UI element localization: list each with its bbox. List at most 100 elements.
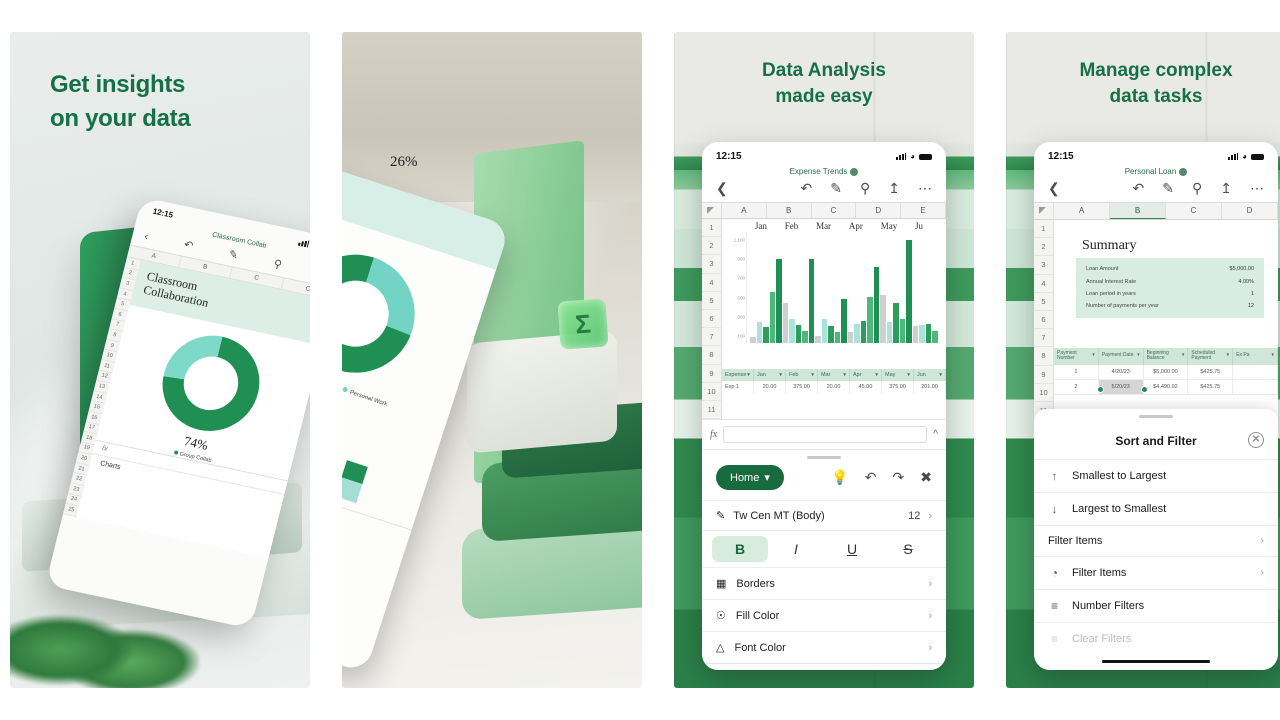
table-cell[interactable]: 5/20/23	[1098, 380, 1144, 395]
column-header-b[interactable]: B	[1110, 203, 1166, 219]
back-icon[interactable]: ❮	[1048, 181, 1060, 195]
table-row[interactable]: Exp 1 20.00 375.00 20.00 45.00 375.00 201.00	[722, 381, 946, 393]
sort-filter-item[interactable]: ≡ Number Filters	[1034, 588, 1278, 622]
search-icon[interactable]: ⚲	[860, 181, 870, 195]
home-tab-button[interactable]: Home ▾	[716, 465, 784, 491]
filter-header-cell[interactable]: Feb ▾	[786, 369, 818, 381]
chevron-down-icon[interactable]: ▾	[1182, 353, 1185, 359]
gallery-panel-4[interactable]: Manage complex data tasks 12:15 ◕ Person…	[1006, 32, 1280, 688]
table-cell[interactable]: $425.75	[1188, 365, 1234, 380]
panel-4-phone[interactable]: 12:15 ◕ Personal Loan ❮ ↶ ✎ ⚲ ↥ ⋯ A B C …	[1034, 142, 1278, 670]
row-header[interactable]: 10	[702, 382, 722, 401]
select-all-corner[interactable]	[702, 203, 722, 218]
column-header-c[interactable]: C	[1166, 203, 1222, 219]
table-header-cell[interactable]: Scheduled Payment ▾	[1188, 347, 1234, 365]
row-header[interactable]: 4	[1034, 274, 1054, 293]
selection-handle[interactable]	[1096, 386, 1104, 393]
table-cell[interactable]: 1	[1054, 365, 1099, 380]
column-header-a[interactable]: A	[722, 203, 767, 218]
sort-filter-item[interactable]: ↑ Smallest to Largest	[1034, 458, 1278, 492]
column-header-b[interactable]: B	[767, 203, 812, 218]
filter-header-cell[interactable]: May ▾	[882, 369, 914, 381]
filter-header-cell[interactable]: Apr ▾	[850, 369, 882, 381]
strikethrough-button[interactable]: S	[880, 536, 936, 562]
chevron-down-icon[interactable]: ▾	[939, 372, 942, 378]
search-icon[interactable]: ⚲	[1192, 181, 1202, 195]
column-header-c[interactable]: C	[812, 203, 857, 218]
filter-header-cell[interactable]: Jun ▾	[914, 369, 946, 381]
row-header[interactable]: 7	[702, 328, 722, 347]
gallery-panel-2[interactable]: Σ Collaboration Work Personal Work Chart…	[342, 32, 642, 688]
filter-header-cell[interactable]: Expense ▾	[722, 369, 754, 381]
row-header[interactable]: 7	[1034, 329, 1054, 348]
column-header-a[interactable]: A	[1054, 203, 1110, 219]
chevron-down-icon[interactable]: ▾	[1271, 353, 1274, 359]
row-header[interactable]: 3	[702, 255, 722, 274]
row-header[interactable]: 11	[702, 400, 722, 420]
drag-handle[interactable]	[807, 456, 841, 460]
undo-icon[interactable]: ↶	[1133, 181, 1145, 195]
undo-icon[interactable]: ↶	[183, 238, 195, 253]
more-icon[interactable]: ⋯	[1250, 181, 1264, 195]
table-header-cell[interactable]: Ex Pa ▾	[1233, 347, 1278, 365]
table-header-cell[interactable]: Payment Date ▾	[1099, 347, 1144, 365]
chevron-up-icon[interactable]: ^	[933, 429, 938, 440]
table-cell[interactable]	[1233, 365, 1278, 380]
share-icon[interactable]: ↥	[1220, 181, 1232, 195]
row-header[interactable]: 8	[1034, 347, 1054, 366]
back-icon[interactable]: ❮	[716, 181, 728, 195]
table-cell[interactable]: 4/20/23	[1098, 365, 1144, 380]
table-cell[interactable]: 375.00	[786, 381, 818, 393]
table-cell[interactable]: $425.75	[1188, 380, 1234, 395]
chevron-down-icon[interactable]: ▾	[1092, 353, 1095, 359]
document-title-row[interactable]: Expense Trends	[702, 165, 946, 180]
sort-filter-item[interactable]: ◔ Filter Items ›	[1034, 555, 1278, 589]
table-cell[interactable]: 201.00	[914, 381, 946, 393]
chevron-down-icon[interactable]: ▾	[875, 372, 878, 378]
chevron-down-icon[interactable]: ▾	[843, 372, 846, 378]
menu-item-borders[interactable]: ▦ Borders ›	[702, 567, 946, 599]
filter-header-cell[interactable]: Jan ▾	[754, 369, 786, 381]
close-icon[interactable]: ✖	[920, 469, 932, 486]
chevron-right-icon[interactable]: ›	[928, 510, 932, 522]
document-title[interactable]: Personal Loan	[1125, 167, 1177, 176]
filter-header-cell[interactable]: Mar ▾	[818, 369, 850, 381]
undo-icon[interactable]: ↶	[801, 181, 813, 195]
draw-icon[interactable]: ✎	[227, 248, 239, 262]
table-cell[interactable]: 45.00	[850, 381, 882, 393]
chevron-right-icon[interactable]: ›	[1260, 567, 1264, 579]
table-cell[interactable]: $5,000.00	[1143, 365, 1189, 380]
chevron-down-icon[interactable]: ▾	[811, 372, 814, 378]
menu-item-fill-color[interactable]: ☉ Fill Color ›	[702, 599, 946, 631]
row-header[interactable]: 2	[1034, 238, 1054, 257]
underline-button[interactable]: U	[824, 536, 880, 562]
row-header[interactable]: 9	[702, 364, 722, 383]
font-size-label[interactable]: 12	[908, 510, 920, 522]
formula-input[interactable]	[723, 426, 928, 444]
sheet-canvas[interactable]: Jan Feb Mar Apr May Ju 1,100 900 700 500 300 100 E…	[722, 219, 946, 420]
select-all-corner[interactable]	[1034, 203, 1054, 219]
lightbulb-icon[interactable]: 💡	[831, 469, 848, 486]
row-header[interactable]: 1	[1034, 220, 1054, 239]
row-header[interactable]: 5	[702, 291, 722, 310]
row-header[interactable]: 3	[1034, 256, 1054, 275]
table-cell[interactable]: 20.00	[754, 381, 786, 393]
row-header[interactable]: 6	[702, 309, 722, 329]
table-header-cell[interactable]: Payment Number ▾	[1054, 347, 1099, 365]
column-header-e[interactable]: E	[901, 203, 946, 218]
undo-icon[interactable]: ↶	[865, 469, 877, 486]
table-cell[interactable]: 375.00	[882, 381, 914, 393]
search-icon[interactable]: ⚲	[272, 257, 283, 271]
table-cell[interactable]: $4,490.92	[1143, 380, 1189, 395]
close-icon[interactable]: ✕	[1248, 431, 1264, 448]
sort-filter-item[interactable]: Filter Items ›	[1034, 524, 1278, 556]
row-header[interactable]: 10	[1034, 383, 1054, 402]
table-cell[interactable]	[1233, 380, 1278, 395]
bold-button[interactable]: B	[712, 536, 768, 563]
column-header-d[interactable]: D	[1222, 203, 1278, 219]
more-icon[interactable]: ⋯	[918, 181, 932, 195]
row-header[interactable]: 6	[1034, 310, 1054, 330]
font-name-label[interactable]: Tw Cen MT (Body)	[733, 510, 825, 522]
row-header[interactable]: 8	[702, 346, 722, 365]
table-row[interactable]: 1 4/20/23 $5,000.00 $425.75	[1054, 365, 1278, 380]
